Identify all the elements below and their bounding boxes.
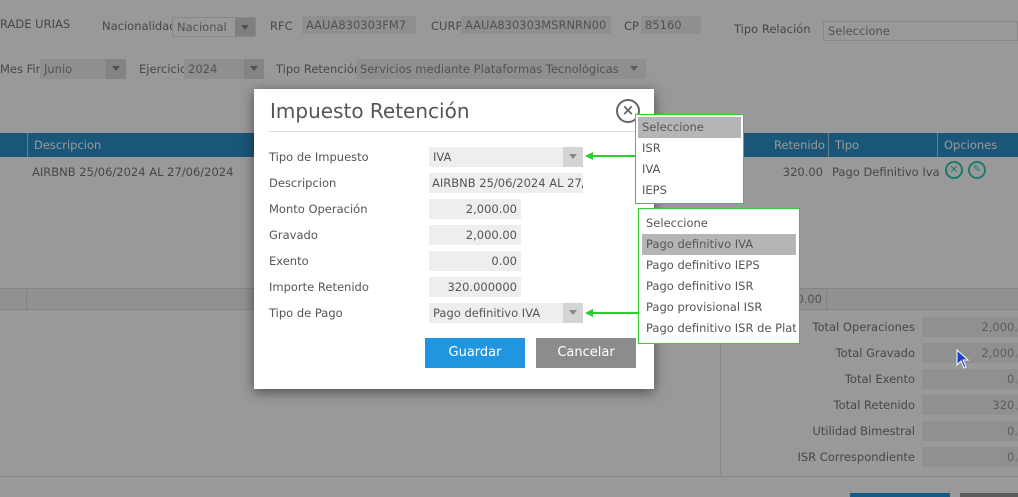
tipo-impuesto-select[interactable]: IVA [429,147,583,167]
pago-option[interactable]: Seleccione [642,213,796,234]
annotation-arrow-impuesto [592,155,636,157]
tipo-pago-value: Pago definitivo IVA [433,306,541,320]
exento-label: Exento [269,254,309,268]
impuesto-retencion-modal: Impuesto Retención × Tipo de Impuesto IV… [254,89,654,389]
arrow-left-icon [585,152,593,160]
chevron-down-icon [563,303,583,323]
pago-options-list: Seleccione Pago definitivo IVA Pago defi… [638,208,800,344]
tipo-impuesto-value: IVA [433,150,452,164]
chevron-down-icon [563,147,583,167]
arrow-left-icon [585,309,593,317]
importe-retenido-field[interactable]: 320.000000 [429,277,521,297]
gravado-field[interactable]: 2,000.00 [429,225,521,245]
exento-field[interactable]: 0.00 [429,251,521,271]
impuesto-option[interactable]: IEPS [638,180,741,201]
impuesto-option[interactable]: ISR [638,138,741,159]
modal-divider [268,131,640,132]
descripcion-label: Descripcion [269,176,337,190]
pago-option[interactable]: Pago definitivo IVA [642,234,796,255]
tipo-pago-label: Tipo de Pago [269,306,343,320]
pago-option[interactable]: Pago definitivo IEPS [642,255,796,276]
pago-option[interactable]: Pago provisional ISR [642,297,796,318]
monto-operacion-field[interactable]: 2,000.00 [429,199,521,219]
tipo-impuesto-label: Tipo de Impuesto [269,150,369,164]
modal-title: Impuesto Retención [270,99,470,123]
pago-option[interactable]: Pago definitivo ISR [642,276,796,297]
gravado-label: Gravado [269,228,318,242]
cancelar-button[interactable]: Cancelar [536,338,636,368]
monto-operacion-label: Monto Operación [269,202,368,216]
guardar-button[interactable]: Guardar [425,338,525,368]
impuesto-option[interactable]: Seleccione [638,117,741,138]
impuesto-option[interactable]: IVA [638,159,741,180]
importe-retenido-label: Importe Retenido [269,280,369,294]
annotation-arrow-pago [592,312,639,314]
tipo-pago-select[interactable]: Pago definitivo IVA [429,303,583,323]
pago-option[interactable]: Pago definitivo ISR de Plata... [642,318,796,339]
impuesto-options-list: Seleccione ISR IVA IEPS [635,114,744,204]
descripcion-field[interactable]: AIRBNB 25/06/2024 AL 27/06/2024 [429,173,583,193]
cursor-icon [956,349,970,369]
